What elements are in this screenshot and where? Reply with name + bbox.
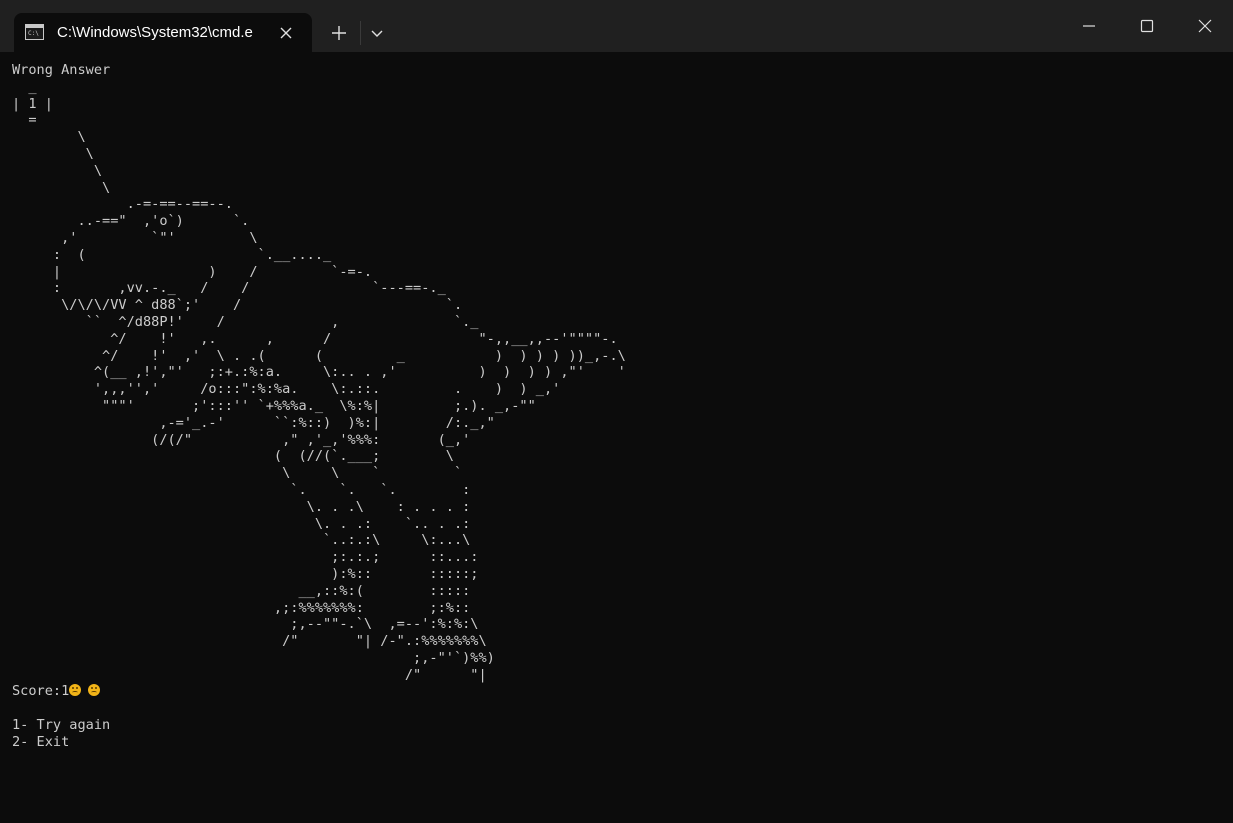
- plus-icon: [332, 26, 346, 40]
- menu-option-exit: 2- Exit: [12, 733, 70, 750]
- new-tab-button[interactable]: [326, 20, 352, 46]
- menu-option-try-again: 1- Try again: [12, 717, 111, 734]
- svg-text:C:\: C:\: [28, 30, 39, 37]
- blank-line: [12, 700, 1222, 717]
- close-icon[interactable]: [276, 23, 296, 43]
- maximize-icon: [1140, 19, 1154, 33]
- chevron-down-icon: [371, 30, 383, 37]
- score-text: Score:1: [12, 683, 70, 700]
- ascii-art: _ | 1 | = \ \ \ \ .-=-==--==--. ..-==" ,…: [12, 78, 626, 683]
- minimize-icon: [1083, 25, 1095, 27]
- tab-title: C:\Windows\System32\cmd.e: [57, 24, 253, 41]
- tab-cmd[interactable]: C:\ C:\Windows\System32\cmd.e: [14, 13, 312, 52]
- console-output[interactable]: Wrong Answer _ | 1 | = \ \ \ \ .-=-==--=…: [12, 62, 1222, 812]
- console-status-line: Wrong Answer: [12, 62, 111, 78]
- tab-dropdown-button[interactable]: [364, 20, 390, 46]
- terminal-icon: C:\: [25, 24, 44, 40]
- tab-divider: [360, 21, 361, 45]
- frown-emoji-icon: [69, 684, 82, 697]
- frown-emoji-icon: [88, 684, 101, 697]
- close-icon: [1198, 19, 1212, 33]
- maximize-button[interactable]: [1118, 0, 1176, 52]
- minimize-button[interactable]: [1060, 0, 1118, 52]
- title-bar: C:\ C:\Windows\System32\cmd.e: [0, 0, 1233, 52]
- window-close-button[interactable]: [1176, 0, 1233, 52]
- score-line: Score:1: [12, 683, 1222, 700]
